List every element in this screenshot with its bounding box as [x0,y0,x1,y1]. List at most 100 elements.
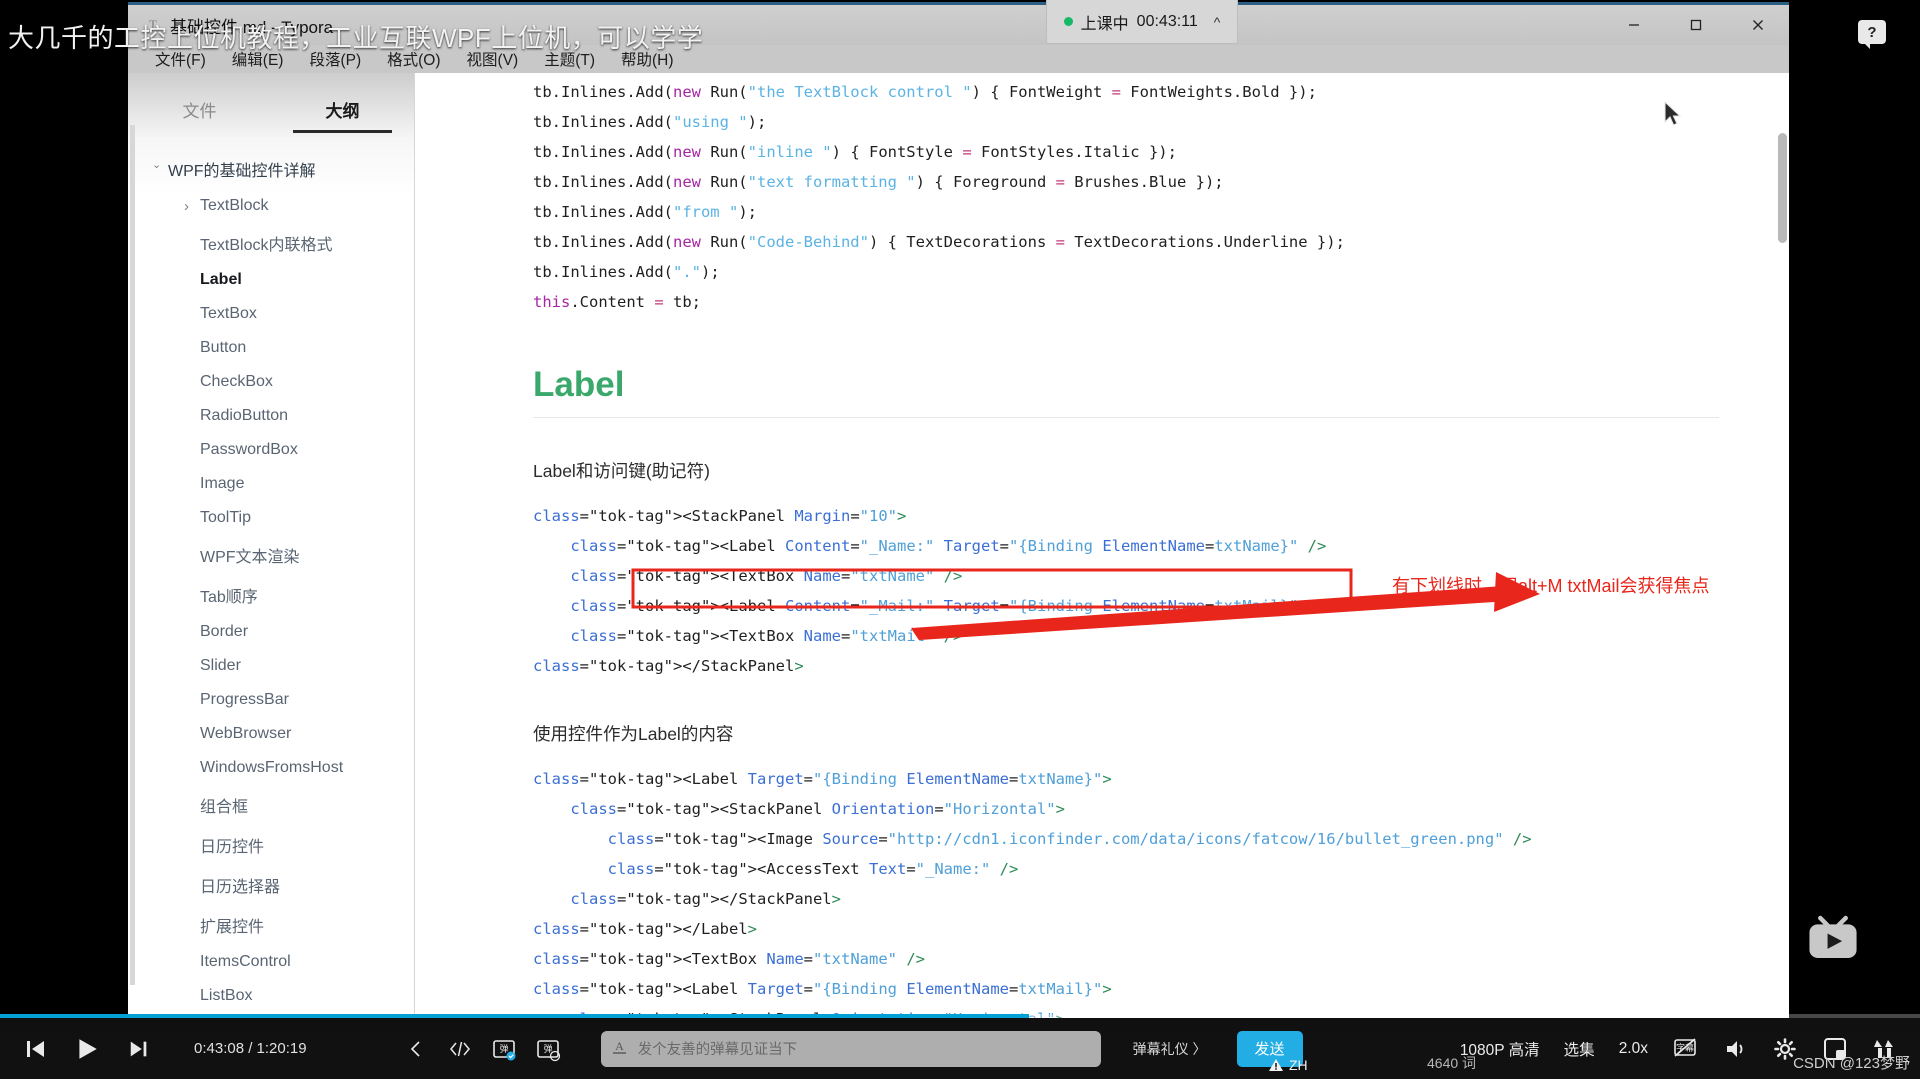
outline-item-label: PasswordBox [200,441,298,458]
screenshot-icon[interactable]: 弹 [491,1036,517,1062]
outline-item[interactable]: 扩展控件 [128,905,414,945]
episodes-button[interactable]: 选集 [1564,1038,1595,1060]
outline-item[interactable]: WebBrowser [128,717,414,751]
outline-item-label: 扩展控件 [200,919,265,936]
volume-icon[interactable] [1722,1036,1748,1062]
outline-item[interactable]: Label [128,263,414,297]
outline-item[interactable]: Slider [128,649,414,683]
chevron-up-icon[interactable]: ^ [1214,14,1221,30]
editor-content: tb.Inlines.Add(new Run("the TextBlock co… [415,73,1789,1018]
minimize-button[interactable] [1603,5,1665,45]
heading-divider [533,417,1719,418]
typora-body: 文件 大纲 WPF的基础控件详解 TextBlock TextBlock内联格式 La… [128,73,1789,1018]
outline-item[interactable]: WindowsFromsHost [128,751,414,785]
maximize-button[interactable] [1665,5,1727,45]
outline-item[interactable]: 日历控件 [128,825,414,865]
csdn-watermark: CSDN @123梦野 [1793,1055,1910,1072]
outline-item[interactable]: ProgressBar [128,683,414,717]
close-button[interactable] [1727,5,1789,45]
annotation-note: 有下划线时，用alt+M txtMail会获得焦点 [1392,576,1710,596]
danmaku-etiquette-link[interactable]: 弹幕礼仪 〉 [1133,1039,1207,1059]
class-timer-status: 上课中 [1080,15,1129,33]
code-block-csharp[interactable]: tb.Inlines.Add(new Run("the TextBlock co… [533,77,1719,317]
outline-item[interactable]: CheckBox [128,365,414,399]
gif-record-icon[interactable]: 弹 [535,1036,561,1062]
outline-item[interactable]: Tab顺序 [128,575,414,615]
outline-item-label: RadioButton [200,407,289,424]
recording-dot-icon [1063,17,1073,26]
typora-window[interactable]: T 基础控件.md - Typora 文件(F) 编辑(E) 段落(P) 格式(… [128,2,1789,1018]
chevron-right-icon[interactable] [184,198,200,215]
paragraph-label-access-key: Label和访问键(助记符) [533,461,710,481]
section-heading-label: Label [533,365,625,404]
danmaku-style-icon[interactable]: A [611,1038,628,1060]
outline-item-label: WebBrowser [200,725,292,742]
code-brackets-icon[interactable] [447,1036,473,1062]
paragraph-control-as-content: 使用控件作为Label的内容 [533,724,734,744]
outline-item-label: ItemsControl [200,953,291,970]
tab-outline[interactable]: 大纲 [271,85,414,133]
danmaku-placeholder: 发个友善的弹幕见证当下 [637,1042,798,1058]
play-icon[interactable] [74,1036,100,1062]
outline-item-label: TextBlock内联格式 [200,237,333,254]
outline-item[interactable]: TextBlock [128,189,414,223]
outline-item[interactable]: WPF文本渲染 [128,535,414,575]
previous-track-icon[interactable] [22,1036,48,1062]
sidebar-scrollbar[interactable] [130,125,135,985]
outline-item[interactable]: TextBlock内联格式 [128,223,414,263]
mouse-cursor-icon [1664,101,1682,126]
video-player-stage[interactable]: 大几千的工控上位机教程，工业互联WPF上位机，可以学学 T 基础控件.md - … [0,0,1920,1079]
chevron-down-icon[interactable] [152,163,168,176]
outline-item[interactable]: RadioButton [128,399,414,433]
help-badge[interactable]: ? [1858,20,1886,49]
video-title-overlay: 大几千的工控上位机教程，工业互联WPF上位机，可以学学 [8,23,704,53]
outline-item[interactable]: Button [128,331,414,365]
svg-text:弹: 弹 [543,1043,552,1054]
class-timer-elapsed: 00:43:11 [1136,12,1198,30]
outline-item[interactable]: WPF的基础控件详解 [128,149,414,189]
outline-item-label: Border [200,623,249,640]
player-mid-controls: 弹 弹 A 发个友善的弹幕见证当下 弹幕礼仪 〉 发送 [403,1030,1303,1067]
ime-indicator: ZH [1268,1057,1308,1073]
outline-item-label: WPF文本渲染 [200,549,300,566]
outline-item[interactable]: Image [128,467,414,501]
code-frame-xaml-2: class="tok-tag"><Label Target="{Binding … [533,764,1719,1018]
outline-item-label: WindowsFromsHost [200,759,344,776]
outline-item[interactable]: ToolTip [128,501,414,535]
subtitle-off-icon[interactable]: 字幕 [1672,1036,1698,1062]
playback-time: 0:43:08 / 1:20:19 [194,1040,307,1057]
outline-item[interactable]: ItemsControl [128,945,414,979]
outline-item-label: Label [200,271,242,288]
editor-scrollbar[interactable] [1778,133,1787,243]
chevron-left-icon[interactable] [403,1036,429,1062]
warning-icon [1269,1059,1283,1071]
outline-item[interactable]: 组合框 [128,785,414,825]
tab-files[interactable]: 文件 [128,85,271,133]
outline-item-label: ListBox [200,987,253,1004]
danmaku-input[interactable]: A 发个友善的弹幕见证当下 [600,1030,1101,1067]
code-block-xaml-2[interactable]: class="tok-tag"><Label Target="{Binding … [533,764,1719,1018]
outline-item-label: 组合框 [200,799,249,816]
outline-item-label: WPF的基础控件详解 [168,163,316,180]
outline-item-label: 日历控件 [200,839,265,856]
class-timer-widget[interactable]: 上课中 00:43:11 ^ [1046,0,1238,44]
outline-item[interactable]: ListBox [128,979,414,1013]
playback-speed-button[interactable]: 2.0x [1619,1040,1648,1058]
svg-text:弹: 弹 [499,1043,508,1054]
outline-item-label: CheckBox [200,373,273,390]
outline-item[interactable]: TextBox [128,297,414,331]
outline-item[interactable]: Border [128,615,414,649]
outline-item[interactable]: PasswordBox [128,433,414,467]
outline-item[interactable]: 日历选择器 [128,865,414,905]
outline-item-label: Image [200,475,245,492]
word-count-label: 4640 词 [1427,1055,1477,1071]
sidebar[interactable]: 文件 大纲 WPF的基础控件详解 TextBlock TextBlock内联格式 La… [128,73,415,1018]
sidebar-tabs: 文件 大纲 [128,73,414,133]
outline-item-label: Slider [200,657,241,674]
screen-root: 大几千的工控上位机教程，工业互联WPF上位机，可以学学 T 基础控件.md - … [0,0,1920,1079]
ime-language-label: ZH [1289,1057,1308,1073]
window-controls [1603,5,1789,45]
next-track-icon[interactable] [126,1036,152,1062]
editor-pane[interactable]: tb.Inlines.Add(new Run("the TextBlock co… [415,73,1789,1018]
outline-item-label: 日历选择器 [200,879,281,896]
